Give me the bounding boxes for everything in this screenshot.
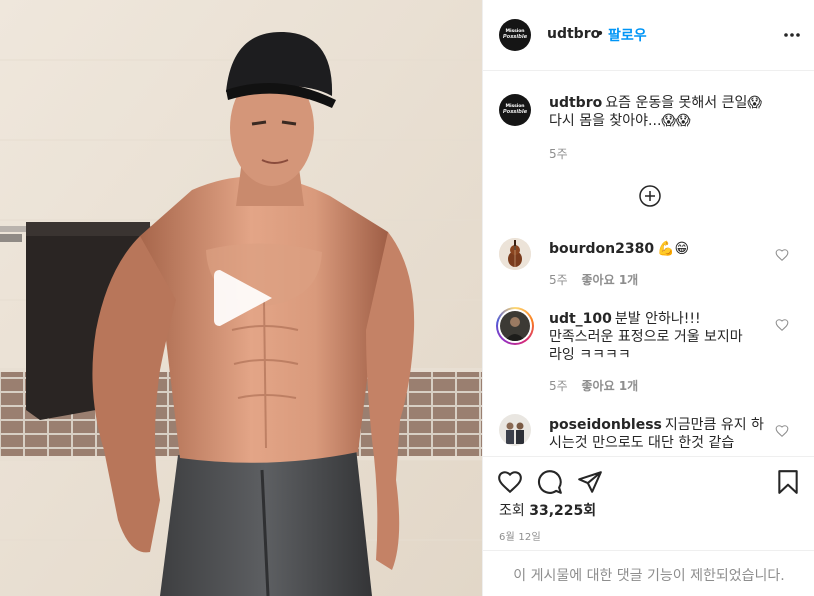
comment-3: poseidonbless 지금만큼 유지 하 시는것 만으로도 대단 한것 같습 xyxy=(549,416,769,452)
comment-1-time[interactable]: 5주 xyxy=(549,273,568,287)
group-image xyxy=(499,414,531,446)
cello-avatar[interactable] xyxy=(499,238,531,270)
comment-3-line-1: 지금만큼 유지 하 xyxy=(664,417,764,433)
avatar-logo-subtext: Possible xyxy=(502,109,528,116)
caption-username[interactable]: udtbro xyxy=(549,95,602,111)
comment-2-line-3: 라잉 ㅋㅋㅋㅋ xyxy=(549,347,631,363)
author-avatar[interactable]: Mission Possible xyxy=(499,19,531,51)
comment-1-text: 💪😁 xyxy=(657,241,690,257)
person-image xyxy=(500,311,530,341)
comment-2: udt_100 분발 안하나!!! 만족스러운 표정으로 거울 보지마 라잉 ㅋㅋ… xyxy=(549,310,769,364)
instagram-post: Mission Possible udtbro • 팔로우 Mission Po… xyxy=(0,0,814,596)
story-ring-avatar[interactable] xyxy=(496,307,534,345)
comment-1-username[interactable]: bourdon2380 xyxy=(549,241,654,257)
heart-icon[interactable] xyxy=(775,318,789,332)
post-date[interactable]: 6월 12일 xyxy=(499,528,541,543)
comment-2-time[interactable]: 5주 xyxy=(549,379,568,393)
separator-dot: • xyxy=(596,26,605,42)
comment-1-meta: 5주 좋아요 1개 xyxy=(549,271,638,288)
view-count-value: 33,225회 xyxy=(529,503,597,519)
post-caption: udtbro 요즘 운동을 못해서 큰일😱 다시 몸을 찾아야...😱😱 xyxy=(549,94,779,130)
comment-2-meta: 5주 좋아요 1개 xyxy=(549,377,638,394)
comment-2-likes[interactable]: 좋아요 1개 xyxy=(582,379,639,393)
comment-2-username[interactable]: udt_100 xyxy=(549,311,612,327)
author-username[interactable]: udtbro xyxy=(547,26,600,42)
caption-line-1: 요즘 운동을 못해서 큰일😱 xyxy=(605,95,762,111)
story-ring-inner xyxy=(498,309,532,343)
heart-icon[interactable] xyxy=(497,469,523,495)
caption-avatar[interactable]: Mission Possible xyxy=(499,94,531,126)
view-count-label: 조회 xyxy=(499,503,525,519)
avatar-logo-subtext: Possible xyxy=(502,34,528,41)
caption-time[interactable]: 5주 xyxy=(549,145,568,162)
person-avatar xyxy=(500,311,530,341)
caption-line-2: 다시 몸을 찾아야...😱😱 xyxy=(549,113,691,129)
comment-3-username[interactable]: poseidonbless xyxy=(549,417,662,433)
heart-icon[interactable] xyxy=(775,424,789,438)
view-count[interactable]: 조회 33,225회 xyxy=(499,500,596,520)
comments-list[interactable]: Mission Possible udtbro 요즘 운동을 못해서 큰일😱 다시… xyxy=(483,72,814,456)
comment-2-line-1: 분발 안하나!!! xyxy=(614,311,701,327)
post-header: Mission Possible udtbro • 팔로우 xyxy=(483,0,814,71)
comment-3-line-2: 시는것 만으로도 대단 한것 같습 xyxy=(549,435,735,451)
send-icon[interactable] xyxy=(577,469,603,495)
group-avatar[interactable] xyxy=(499,414,531,446)
bookmark-icon[interactable] xyxy=(775,469,801,495)
action-bar xyxy=(483,456,814,506)
more-horizontal-icon[interactable] xyxy=(782,27,802,43)
follow-button[interactable]: 팔로우 xyxy=(608,25,647,45)
plus-circle-icon[interactable] xyxy=(639,185,661,207)
post-sidebar: Mission Possible udtbro • 팔로우 Mission Po… xyxy=(482,0,814,596)
play-icon[interactable] xyxy=(212,266,276,330)
heart-icon[interactable] xyxy=(775,248,789,262)
comment-disabled-bar: 이 게시물에 대한 댓글 기능이 제한되었습니다. xyxy=(483,550,814,596)
post-video[interactable] xyxy=(0,0,482,596)
comment-1: bourdon2380 💪😁 xyxy=(549,240,769,258)
comment-1-likes[interactable]: 좋아요 1개 xyxy=(582,273,639,287)
cello-image xyxy=(499,238,531,270)
comment-2-line-2: 만족스러운 표정으로 거울 보지마 xyxy=(549,329,743,345)
comments-disabled-message: 이 게시물에 대한 댓글 기능이 제한되었습니다. xyxy=(513,568,785,584)
comment-icon[interactable] xyxy=(537,469,563,495)
